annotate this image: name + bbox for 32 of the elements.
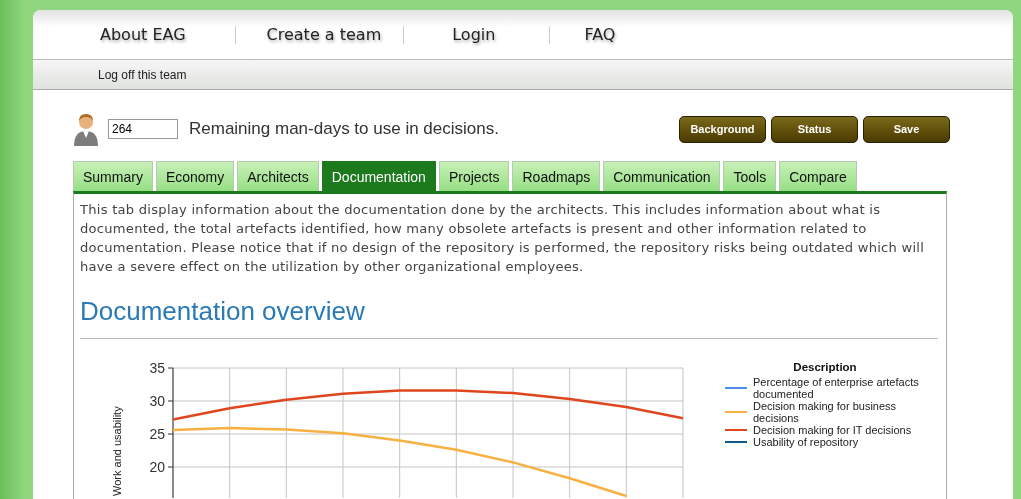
man-days-caption: Remaining man-days to use in decisions. [189,119,499,139]
y-tick-label: 25 [149,426,165,442]
user-avatar-icon [73,112,99,146]
section-heading: Documentation overview [80,295,366,327]
tab[interactable]: Architects [237,161,319,191]
nav-link[interactable]: FAQ [583,25,617,44]
legend-label: Decision making for IT decisions [753,424,913,436]
y-tick-label: 20 [149,459,165,475]
tab[interactable]: Tools [723,161,777,191]
nav-link[interactable]: Create a team [265,25,383,44]
tab[interactable]: Communication [603,161,721,191]
tab[interactable]: Economy [155,161,235,191]
legend-title: Description [792,361,858,373]
log-off-link[interactable]: Log off this team [98,67,187,82]
tab[interactable]: Projects [438,161,510,191]
y-axis-title: Work and usability [111,406,123,496]
legend-label: Percentage of enterprise artefacts documented [753,376,919,400]
tab[interactable]: Summary [73,161,153,191]
tab[interactable]: Documentation [321,161,436,191]
intro-paragraph: This tab display information about the documentation done by the architects. This includes information about what is documented, the total artefacts identified, how many obsolete artefacts is present and other information related to documentation. Please notice that if no design of the repository is performed, the repository risks being outdated which will have a severe effect on the utilization by other organizational employees. [80,201,926,276]
tab[interactable]: Roadmaps [512,161,601,191]
tab[interactable]: Compare [779,161,857,191]
legend-label: Usability of repository [753,436,860,448]
y-tick-label: 30 [149,393,165,409]
man-days-field[interactable]: 264 [108,119,178,139]
nav-link[interactable]: About EAG [99,25,187,44]
y-tick-label: 35 [149,360,165,376]
toolbar-button[interactable]: Status [771,115,858,143]
legend-label: Decision making for business decisions [753,400,898,424]
toolbar-button[interactable]: Save [863,115,950,143]
nav-link[interactable]: Login [451,25,497,44]
toolbar-button[interactable]: Background [679,115,766,143]
